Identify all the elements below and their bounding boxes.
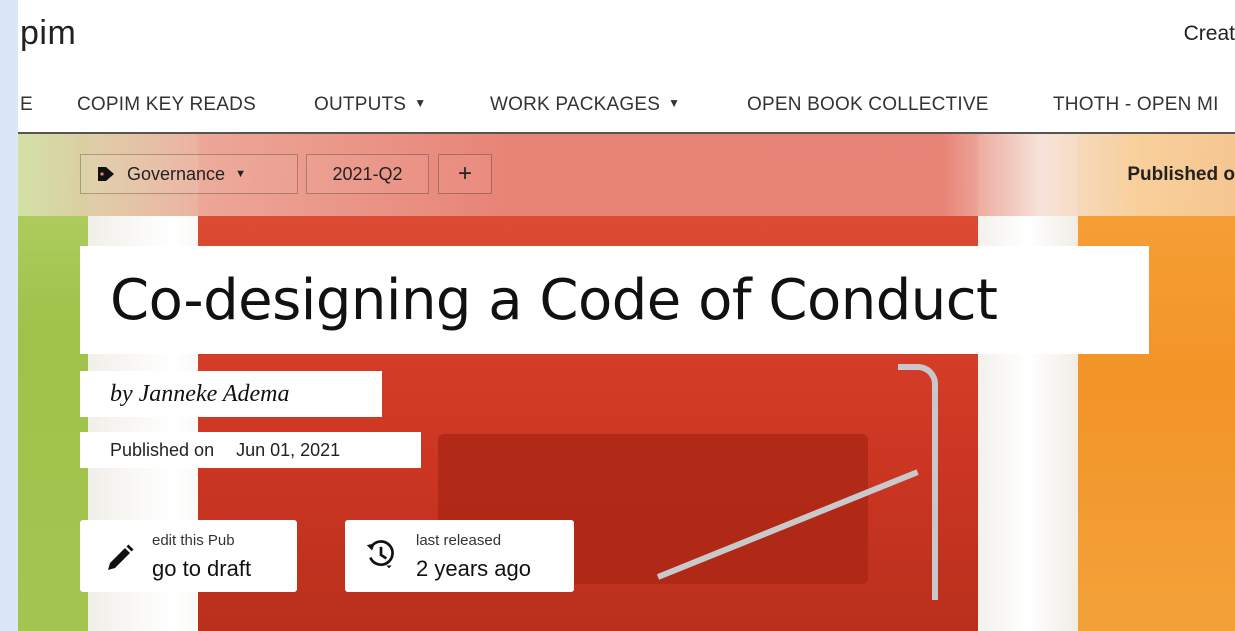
nav-item-label: OUTPUTS [314,94,407,115]
nav-item-thoth[interactable]: THOTH - OPEN MI [1053,94,1219,116]
caret-down-icon: ▼ [668,96,681,110]
caret-down-icon: ▼ [414,96,427,110]
plus-icon: + [457,160,472,187]
pub-date: Published on Jun 01, 2021 [80,432,421,468]
tag-icon [98,167,114,181]
history-icon [366,540,394,569]
nav-item-home[interactable]: E [20,94,33,116]
nav-item-open-book-collective[interactable]: OPEN BOOK COLLECTIVE [747,94,989,116]
nav-item-copim-key-reads[interactable]: COPIM KEY READS [77,94,256,116]
add-collection-button[interactable]: + [438,154,492,194]
create-link[interactable]: Creat [1184,22,1235,46]
collection-label: Governance [127,163,226,184]
roller-handle-graphic [898,364,938,600]
site-header: pim Creat [18,0,1235,70]
published-on-label: Published on [110,439,215,460]
nav-item-label: WORK PACKAGES [490,94,661,115]
nav-item-label: COPIM KEY READS [77,94,256,115]
edit-pub-button[interactable]: edit this Pub go to draft [80,520,297,592]
edit-big-label: go to draft [152,556,252,581]
pub-title: Co-designing a Code of Conduct [80,246,1149,354]
pencil-icon [108,544,134,570]
edit-small-label: edit this Pub [152,532,235,549]
pub-header-hero: Governance ▼ 2021-Q2 + Published o Co-de… [18,134,1235,631]
release-big-label: 2 years ago [416,556,531,581]
nav-item-label: E [20,94,33,115]
quarter-tag[interactable]: 2021-Q2 [306,154,429,194]
left-edge-strip [0,0,18,631]
published-date-value: Jun 01, 2021 [236,439,341,460]
main-nav: E COPIM KEY READS OUTPUTS ▼ WORK PACKAGES… [18,84,1235,134]
site-logo[interactable]: pim [20,14,76,53]
published-in-label: Published o [1127,164,1235,185]
nav-item-outputs[interactable]: OUTPUTS ▼ [314,94,426,116]
caret-down-icon: ▼ [235,168,246,180]
release-small-label: last released [416,532,502,549]
nav-item-label: THOTH - OPEN MI [1053,94,1219,115]
quarter-label: 2021-Q2 [332,163,403,184]
nav-item-label: OPEN BOOK COLLECTIVE [747,94,989,115]
release-history-button[interactable]: last released 2 years ago [345,520,574,592]
collection-dropdown[interactable]: Governance ▼ [80,154,298,194]
collection-tag-bar: Governance ▼ 2021-Q2 + Published o [18,134,1235,216]
pub-byline: by Janneke Adema [80,371,382,417]
nav-item-work-packages[interactable]: WORK PACKAGES ▼ [490,94,680,116]
page: pim Creat E COPIM KEY READS OUTPUTS ▼ WOR… [18,0,1235,631]
